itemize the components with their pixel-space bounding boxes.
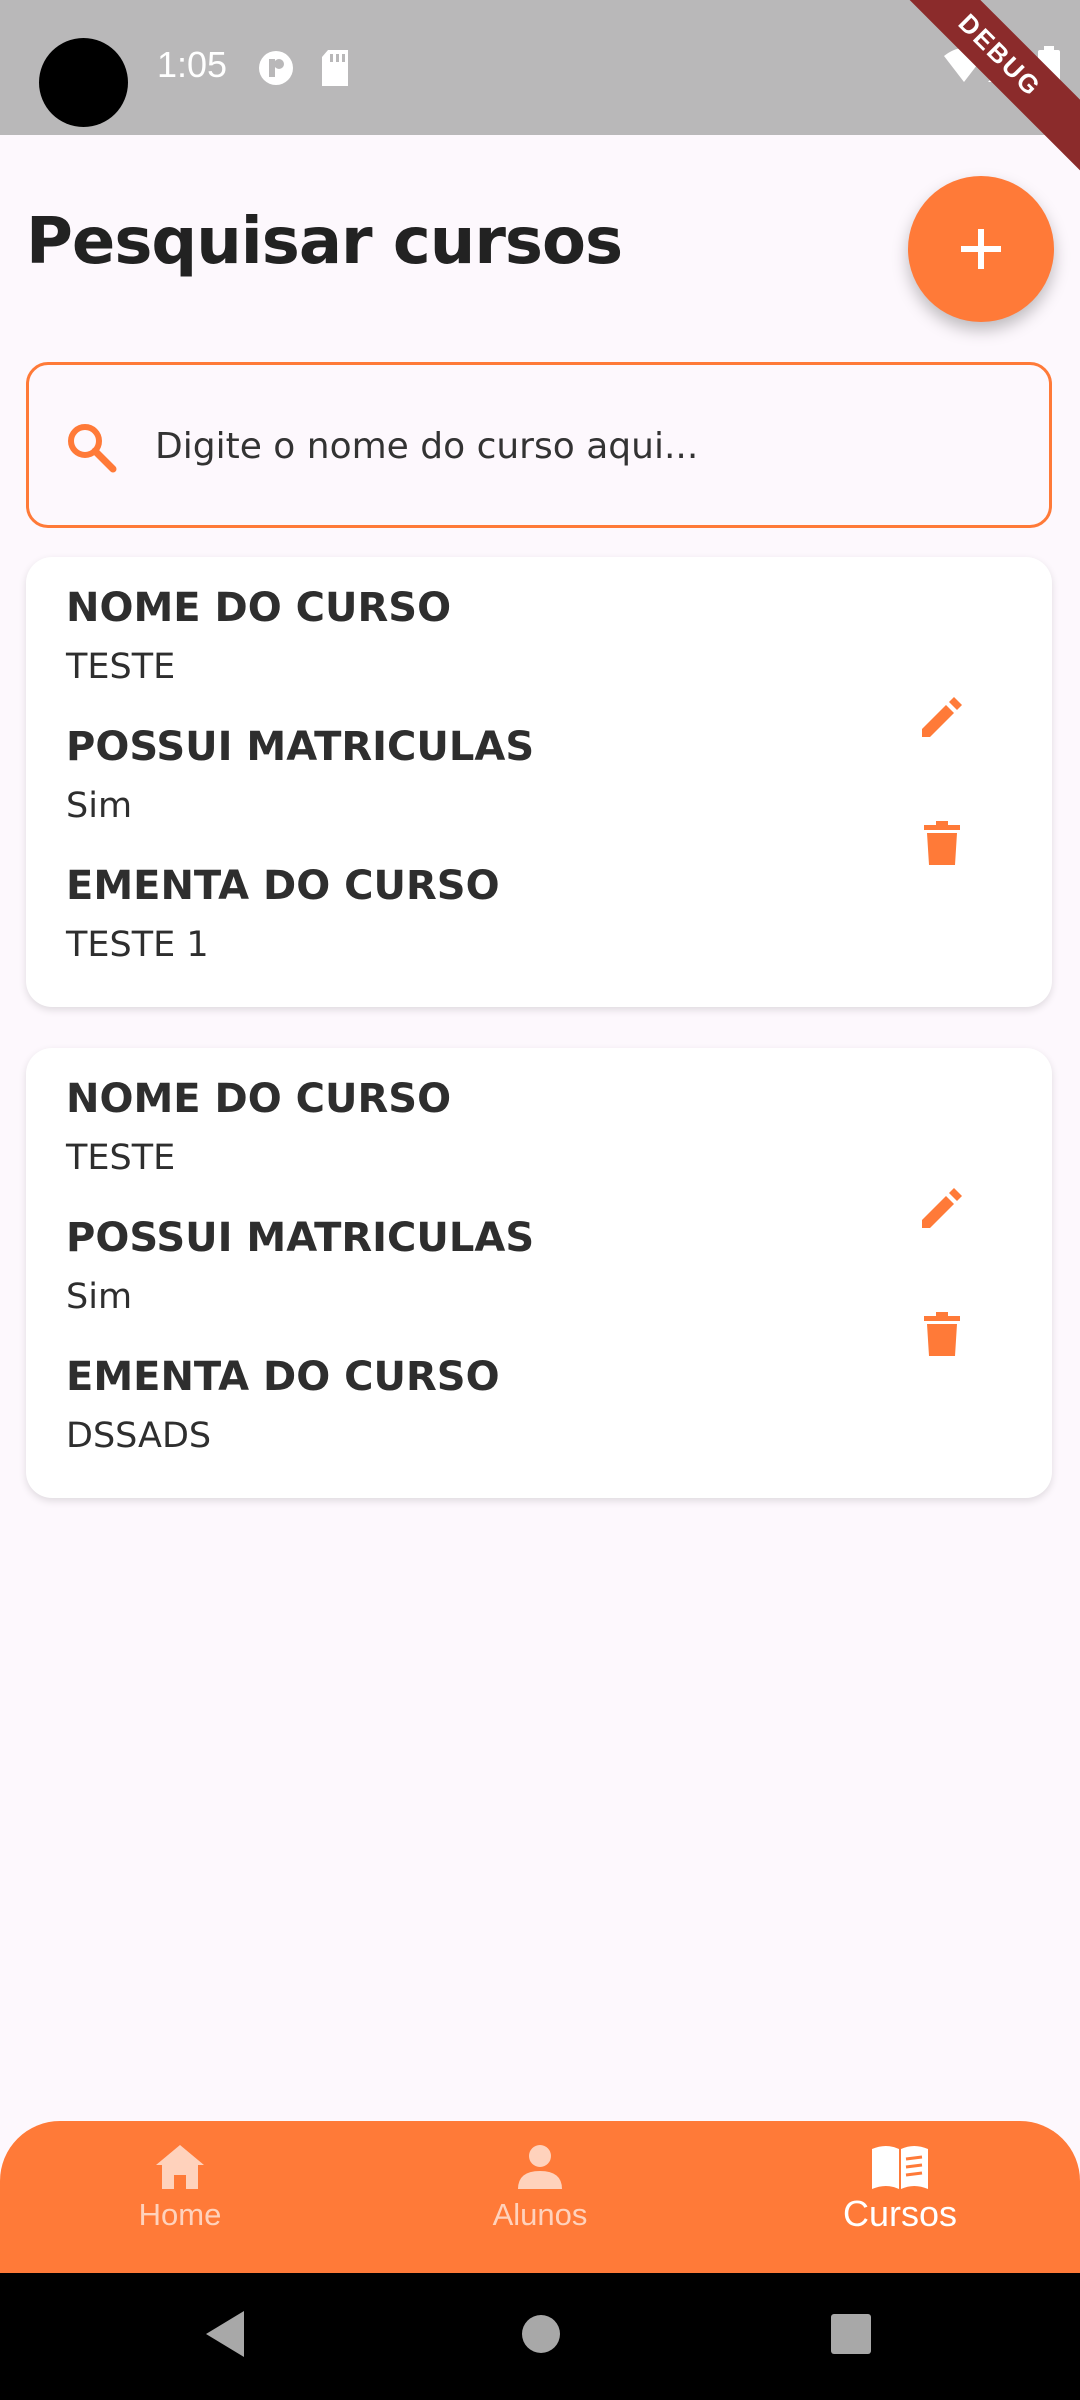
trash-icon (924, 1312, 960, 1356)
course-name-value: TESTE (66, 647, 176, 687)
home-icon (156, 2145, 204, 2189)
debug-banner: DEBUG (876, 0, 1080, 179)
sd-card-icon (320, 50, 350, 90)
enrollment-label: POSSUI MATRICULAS (66, 724, 535, 770)
syllabus-label: EMENTA DO CURSO (66, 863, 500, 909)
syllabus-value: DSSADS (66, 1416, 212, 1456)
camera-cutout (39, 38, 128, 127)
nav-label-home: Home (138, 2197, 222, 2232)
nav-item-home[interactable]: Home (0, 2121, 360, 2273)
bottom-navigation: Home Alunos Cursos (0, 2121, 1080, 2273)
status-time: 1:05 (157, 44, 228, 85)
nav-item-cursos[interactable]: Cursos (720, 2121, 1080, 2273)
plus-icon (961, 229, 1001, 269)
enrollment-value: Sim (66, 786, 133, 826)
system-navigation-bar (0, 2273, 1080, 2400)
course-name-label: NOME DO CURSO (66, 585, 452, 631)
back-icon[interactable] (204, 2309, 248, 2363)
course-card: NOME DO CURSO TESTE POSSUI MATRICULAS Si… (26, 1048, 1052, 1498)
status-bar: 1:05 DEBUG (0, 0, 1080, 179)
nav-item-alunos[interactable]: Alunos (360, 2121, 720, 2273)
enrollment-label: POSSUI MATRICULAS (66, 1215, 535, 1261)
page-title: Pesquisar cursos (26, 205, 623, 279)
delete-course-button[interactable] (906, 1298, 978, 1370)
book-icon (872, 2146, 928, 2189)
search-field[interactable] (26, 362, 1052, 528)
app-notification-icon (258, 50, 294, 90)
pencil-icon (922, 1188, 962, 1228)
course-name-label: NOME DO CURSO (66, 1076, 452, 1122)
home-circle-icon[interactable] (520, 2313, 562, 2359)
course-name-value: TESTE (66, 1138, 176, 1178)
edit-course-button[interactable] (906, 681, 978, 753)
trash-icon (924, 821, 960, 865)
recents-icon[interactable] (830, 2313, 872, 2359)
enrollment-value: Sim (66, 1277, 133, 1317)
search-input[interactable] (153, 405, 1017, 487)
delete-course-button[interactable] (906, 807, 978, 879)
nav-label-alunos: Alunos (492, 2197, 588, 2232)
syllabus-value: TESTE 1 (66, 925, 209, 965)
search-icon (65, 421, 119, 479)
person-icon (518, 2145, 562, 2189)
add-course-button[interactable] (908, 176, 1054, 322)
course-card: NOME DO CURSO TESTE POSSUI MATRICULAS Si… (26, 557, 1052, 1007)
pencil-icon (922, 697, 962, 737)
syllabus-label: EMENTA DO CURSO (66, 1354, 500, 1400)
edit-course-button[interactable] (906, 1172, 978, 1244)
nav-label-cursos: Cursos (842, 2193, 958, 2234)
